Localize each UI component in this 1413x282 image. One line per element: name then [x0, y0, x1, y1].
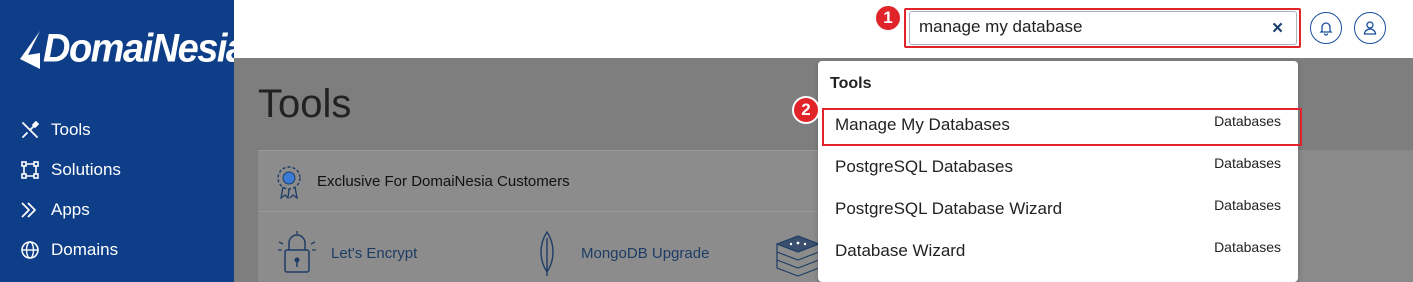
domainesia-logo[interactable]: DomaiNesia [18, 26, 247, 72]
sidebar-item-label: Domains [51, 240, 119, 259]
sidebar-item-label: Solutions [51, 160, 121, 179]
sidebar-item-solutions[interactable]: Solutions [20, 158, 121, 182]
tool-link-mongodb-upgrade[interactable]: MongoDB Upgrade [581, 245, 709, 262]
globe-icon [21, 241, 39, 259]
user-account-button[interactable] [1354, 12, 1386, 44]
solutions-icon [21, 161, 39, 179]
search-highlight-box [904, 8, 1301, 48]
result-category: Databases [1214, 155, 1281, 171]
sidebar-item-tools[interactable]: Tools [20, 118, 91, 142]
search-result-postgresql-databases[interactable]: PostgreSQL Databases Databases [818, 147, 1298, 189]
page-title: Tools [258, 82, 352, 126]
logo-mark-icon [20, 30, 40, 69]
sidebar-item-apps[interactable]: Apps [20, 198, 90, 222]
result-category: Databases [1214, 197, 1281, 213]
award-ribbon-icon [277, 166, 301, 199]
exclusive-section-label: Exclusive For DomaiNesia Customers [317, 173, 570, 190]
redis-stack-icon[interactable] [775, 232, 821, 278]
result-name: PostgreSQL Databases [835, 157, 1013, 176]
result-name: PostgreSQL Database Wizard [835, 199, 1063, 218]
lets-encrypt-icon[interactable] [276, 230, 318, 276]
sidebar-item-label: Tools [51, 120, 91, 139]
notifications-button[interactable] [1310, 12, 1342, 44]
sidebar: DomaiNesia Tools Solutions Apps Domains [0, 0, 247, 282]
mongodb-leaf-icon[interactable] [535, 230, 559, 276]
search-result-database-wizard[interactable]: Database Wizard Databases [818, 231, 1298, 273]
tools-panel-right [1298, 150, 1413, 282]
result-highlight-box [822, 108, 1302, 146]
apps-icon [21, 202, 36, 218]
sidebar-item-domains[interactable]: Domains [20, 238, 118, 262]
user-icon [1363, 21, 1377, 35]
step-badge-1: 1 [874, 4, 902, 32]
search-result-postgresql-database-wizard[interactable]: PostgreSQL Database Wizard Databases [818, 189, 1298, 231]
dropdown-heading: Tools [830, 75, 872, 92]
step-badge-2: 2 [792, 96, 820, 124]
result-name: Database Wizard [835, 241, 966, 260]
tool-link-lets-encrypt[interactable]: Let's Encrypt [331, 245, 417, 262]
bell-icon [1319, 22, 1333, 36]
tools-icon [22, 121, 39, 138]
result-category: Databases [1214, 239, 1281, 255]
logo-text: DomaiNesia [43, 26, 247, 72]
sidebar-item-label: Apps [51, 200, 90, 219]
